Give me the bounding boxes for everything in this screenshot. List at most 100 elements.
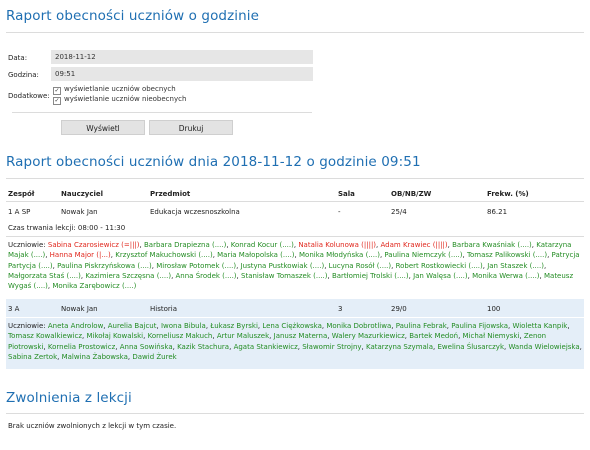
student-name: Tomasz Kowalkiewicz [8,332,83,341]
student-name: Ewelina Ślusarczyk [437,342,505,351]
attendance-cell: 100 [487,305,501,313]
student-name: Jan Walęsa (....) [413,271,468,280]
student-name: Barbara Kwaśniak (....) [452,241,532,249]
room-cell: - [338,208,341,216]
student-name: Robert Rostkowiecki (....) [395,261,483,270]
column-header-subject: Przedmiot [150,190,191,198]
student-name: Monika Dobrotliwa [326,322,392,330]
student-name: Aneta Androlow [47,322,104,330]
student-name: Monika Werwa (....) [472,271,540,280]
student-name: Barbara Drapiezna (....) [143,241,227,249]
student-name: Paulina Fijowska [451,322,509,330]
student-name: Bartłomiej Trolski (....) [331,271,409,280]
column-header-room: Sala [338,190,355,198]
student-name: Monika Zarębowicz (....) [52,282,137,291]
print-button[interactable]: Drukuj [149,120,233,135]
header-divider [6,201,584,202]
student-name: Mikołaj Kowalski [86,332,144,341]
student-name: Małgorzata Staś (....) [8,271,81,280]
student-name: Bartek Medoń [409,332,459,341]
lesson-duration: Czas trwania lekcji: 08:00 - 11:30 [8,224,126,232]
student-name: Iwona Bibula [160,322,206,330]
student-name: Walery Mazurkiewicz [331,332,405,341]
divider [6,32,584,33]
student-name: Monika Młodyńska (....) [299,251,380,260]
student-name: Paulina Niemczyk (....) [384,251,463,260]
student-name: Tomasz Palikowski (....) [466,251,548,260]
date-field[interactable]: 2018-11-12 [51,50,313,64]
student-name: Maria Małopolska (....) [217,251,295,260]
absent-students-option[interactable]: ✓ wyświetlanie uczniów nieobecnych [53,95,186,105]
student-name: Stanisław Tomaszek (....) [241,271,328,280]
student-name: Justyna Pustkowiak (....) [240,261,325,270]
page-title: Raport obecności uczniów o godzinie [6,8,260,24]
student-name: Mirosław Potomek (....) [156,261,237,270]
student-name: Anna Środek (....) [175,271,237,280]
student-name: Adam Krawiec (||||) [380,241,448,249]
team-cell: 3 A [8,305,20,313]
attendance-cell: 86.21 [487,208,508,216]
student-name: Kazimiera Szczęsna (....) [85,271,172,280]
student-name: Krzysztof Makuchowski (....) [115,251,213,260]
extra-label: Dodatkowe: [8,92,50,100]
teacher-cell: Nowak Jan [61,208,98,216]
student-name: Sabina Zertok [8,352,58,361]
subject-cell: Edukacja wczesnoszkolna [150,208,240,216]
student-name: Kornelia Prostowicz [47,342,116,351]
student-name: Paulina Febrak [395,322,447,330]
column-header-counts: OB/NB/ZW [391,190,432,198]
checkbox-checked-icon[interactable]: ✓ [53,87,61,95]
student-name: Kazik Stachura [177,342,230,351]
student-name: Janusz Materna [273,332,328,341]
date-label: Data: [8,54,28,62]
student-name: Sabina Czarosiewicz (=|||) [47,241,140,249]
divider [6,413,584,414]
checkbox-checked-icon[interactable]: ✓ [53,97,61,105]
teacher-cell: Nowak Jan [61,305,98,313]
student-name: Wioletta Kanpik [512,322,568,330]
student-name: Konrad Kocur (....) [230,241,294,249]
counts-cell: 29/0 [391,305,407,313]
student-name: Lena Ciężkowska [262,322,322,330]
report-title: Raport obecności uczniów dnia 2018-11-12… [6,154,421,170]
student-name: Dawid Żurek [132,352,177,361]
student-name: Korneliusz Makuch [147,332,213,341]
student-name: Katarzyna Szymala [366,342,434,351]
show-button[interactable]: Wyświetl [61,120,145,135]
team-cell: 1 A SP [8,208,31,216]
students-label: Uczniowie: [8,241,48,249]
hour-field[interactable]: 09:51 [51,67,313,81]
absent-students-option-label: wyświetlanie uczniów nieobecnych [64,95,187,103]
student-name: Artur Maluszek [216,332,270,341]
student-name: Aurelia Bajcut [107,322,157,330]
student-name: Anna Sowińska [119,342,173,351]
student-name: Lucyna Rosół (....) [328,261,392,270]
divider [6,178,584,179]
row-divider [6,236,584,237]
column-header-teacher: Nauczyciel [61,190,104,198]
student-name: Agata Stankiewicz [233,342,298,351]
students-list: Uczniowie: Sabina Czarosiewicz (=|||), B… [8,241,580,291]
student-name: Jan Staszek (....) [487,261,544,270]
student-name: Malwina Żabowska [61,352,128,361]
student-name: Hanna Major (|...) [49,251,111,260]
student-name: Sławomir Strojny [302,342,362,351]
subject-cell: Historia [150,305,177,313]
present-students-option-label: wyświetlanie uczniów obecnych [64,85,176,93]
form-divider [12,112,312,113]
student-name: Natalia Kolunowa (||||) [298,241,377,249]
student-name: Wanda Wielowiejska [508,342,580,351]
students-label: Uczniowie: [8,322,48,330]
counts-cell: 25/4 [391,208,407,216]
column-header-team: Zespół [8,190,35,198]
student-name: Paulina Piskrzyńskowa (....) [57,261,152,270]
students-list: Uczniowie: Aneta Androlow, Aurelia Bajcu… [8,322,582,361]
column-header-attendance: Frekw. (%) [487,190,529,198]
room-cell: 3 [338,305,343,313]
exemptions-empty-message: Brak uczniów zwolnionych z lekcji w tym … [8,422,177,430]
present-students-option[interactable]: ✓ wyświetlanie uczniów obecnych [53,85,176,95]
hour-label: Godzina: [8,71,39,79]
student-name: Michał Niemyski [462,332,520,341]
student-name: Łukasz Byrski [210,322,258,330]
exemptions-title: Zwolnienia z lekcji [6,390,132,406]
